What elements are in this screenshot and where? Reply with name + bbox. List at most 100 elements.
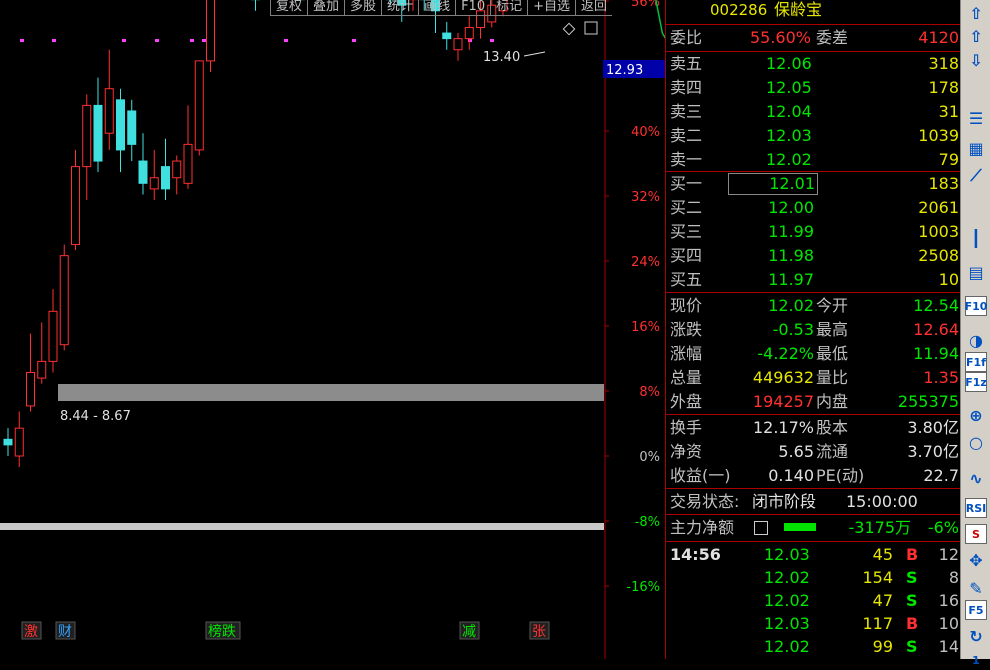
candle-body <box>464 26 474 40</box>
event-marker[interactable]: 财 <box>55 621 76 640</box>
stat-label: 涨幅 <box>670 344 703 363</box>
toolbar-btn-7[interactable]: +自选 <box>527 0 576 16</box>
ask-volume: 79 <box>938 150 959 169</box>
candle-body <box>59 255 69 346</box>
status-time: 15:00:00 <box>846 492 918 511</box>
candle-icon[interactable]: ┃ <box>965 228 987 248</box>
bid-label: 买二 <box>670 198 703 217</box>
table-icon[interactable]: ▦ <box>965 138 987 158</box>
bid-row[interactable]: 买四 11.98 2508 <box>666 244 961 268</box>
candle-body <box>206 0 215 62</box>
down-arrow-icon[interactable]: ⇩ <box>965 50 987 70</box>
ask-row[interactable]: 卖五 12.06 318 <box>666 52 961 76</box>
fin-value: 12.17% <box>752 418 814 437</box>
notes-icon[interactable]: ▤ <box>965 262 987 282</box>
diamond-icon[interactable] <box>562 22 576 36</box>
ask-price: 12.06 <box>766 54 812 73</box>
ask-label: 卖一 <box>670 150 703 169</box>
candle-body <box>172 160 182 179</box>
candle <box>71 149 80 251</box>
event-marker[interactable]: 张 <box>529 621 550 640</box>
bid-price: 12.00 <box>768 198 814 217</box>
mainflow-pct: -6% <box>927 518 959 537</box>
sidebar-rsi[interactable]: RSI <box>965 498 987 518</box>
candle <box>82 94 92 201</box>
candle-body <box>93 104 103 162</box>
up-arrow-icon[interactable]: ⇧ <box>965 26 987 46</box>
event-marker[interactable]: 榜跌 <box>205 621 241 640</box>
wave-icon[interactable]: ∿ <box>965 468 987 488</box>
fin-value: 3.70亿 <box>907 442 959 461</box>
pct-label: 0% <box>639 450 660 465</box>
ask-price: 12.05 <box>766 78 812 97</box>
bid-label: 买三 <box>670 222 703 241</box>
bid-row[interactable]: 买一 12.01 183 <box>666 172 961 196</box>
toggle-icon[interactable]: ◑ <box>965 330 987 350</box>
tick-row: 12.02 154 S 8 <box>666 566 961 589</box>
toolbar-btn-4[interactable]: 画线 <box>418 0 456 16</box>
sidebar-f1f[interactable]: F1f <box>965 352 987 372</box>
candle <box>183 105 193 189</box>
list-icon[interactable]: ☰ <box>965 108 987 128</box>
tick-volume: 99 <box>872 637 893 656</box>
fin-label: PE(动) <box>816 466 865 485</box>
bid-volume: 1003 <box>918 222 959 241</box>
stat-row: 外盘 194257 内盘 255375 <box>666 390 961 414</box>
ask-row[interactable]: 卖一 12.02 79 <box>666 148 961 172</box>
bid-row[interactable]: 买五 11.97 10 <box>666 268 961 292</box>
sidebar-1[interactable]: 1 <box>965 650 987 670</box>
event-marker[interactable]: 减 <box>459 621 480 640</box>
ask-row[interactable]: 卖四 12.05 178 <box>666 76 961 100</box>
ask-volume: 1039 <box>918 126 959 145</box>
kline-chart[interactable]: 64%56%48%40%32%24%16%8%0%-8%-16%8.44 - 8… <box>0 0 665 659</box>
fin-value: 0.140 <box>768 466 814 485</box>
pencil-icon[interactable]: ✎ <box>965 578 987 598</box>
tick-price: 12.03 <box>764 614 810 633</box>
event-marker[interactable]: 激 <box>21 621 42 640</box>
event-label: 财 <box>58 624 72 640</box>
F10-circle[interactable]: ⊕ <box>965 405 987 425</box>
pct-label: -8% <box>635 515 660 530</box>
stat-row: 现价 12.02 今开 12.54 <box>666 294 961 318</box>
sidebar-f10[interactable]: F10 <box>965 296 987 316</box>
bid-row[interactable]: 买三 11.99 1003 <box>666 220 961 244</box>
toolbar-btn-2[interactable]: 多股 <box>344 0 382 16</box>
status-label: 交易状态: <box>670 492 740 511</box>
stat-label: 内盘 <box>816 392 849 411</box>
window-icon[interactable] <box>584 21 598 35</box>
bid-price: 11.99 <box>768 222 814 241</box>
signal-marker <box>490 39 494 42</box>
candle-body <box>161 166 170 190</box>
sidebar-s[interactable]: S <box>965 524 987 544</box>
toolbar-btn-1[interactable]: 叠加 <box>307 0 345 16</box>
pct-label: 40% <box>631 125 660 140</box>
toolbar-btn-3[interactable]: 统计 <box>381 0 419 16</box>
refresh-icon[interactable]: ↻ <box>965 626 987 646</box>
sidebar-f5[interactable]: F5 <box>965 600 987 620</box>
mainflow-icon[interactable] <box>754 521 768 535</box>
ask-row[interactable]: 卖三 12.04 31 <box>666 100 961 124</box>
sidebar-f1z[interactable]: F1z <box>965 372 987 392</box>
bid-row[interactable]: 买二 12.00 2061 <box>666 196 961 220</box>
circle-icon[interactable]: ○ <box>965 432 987 452</box>
line-chart-icon[interactable]: ⟋ <box>965 166 987 186</box>
toolbar-btn-0[interactable]: 复权 <box>270 0 308 16</box>
candle-body <box>183 143 193 184</box>
up-arrow-icon[interactable]: ⇧ <box>965 3 987 23</box>
toolbar-btn-5[interactable]: F10 <box>455 0 491 16</box>
stat-value: -4.22% <box>757 344 814 363</box>
candle-body <box>104 88 114 134</box>
move-icon[interactable]: ✥ <box>965 550 987 570</box>
candle-body <box>3 438 13 446</box>
ask-row[interactable]: 卖二 12.03 1039 <box>666 124 961 148</box>
toolbar-btn-8[interactable]: 返回 <box>575 0 613 16</box>
tick-side: S <box>906 591 918 610</box>
tick-volume: 47 <box>872 591 893 610</box>
pct-label: 24% <box>631 255 660 270</box>
gap-band <box>58 384 604 401</box>
fin-row: 净资 5.65 流通 3.70亿 <box>666 440 961 464</box>
candle <box>149 149 159 201</box>
toolbar-btn-6[interactable]: 标记 <box>490 0 528 16</box>
tick-count: 12 <box>938 545 959 564</box>
candle-body <box>442 32 452 40</box>
